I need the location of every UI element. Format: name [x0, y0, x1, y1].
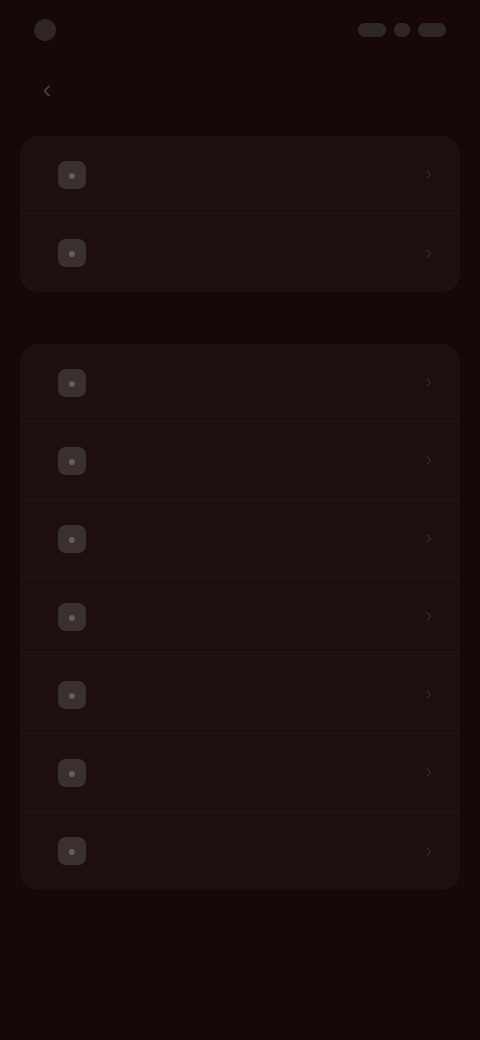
settings-row[interactable]: ● › — [20, 214, 460, 292]
chevron-right-icon: › — [425, 449, 432, 471]
settings-row[interactable]: ● › — [20, 734, 460, 812]
settings-icon: ● — [58, 524, 86, 553]
settings-icon: ● — [58, 239, 86, 267]
signal-icon — [358, 23, 386, 37]
chevron-left-icon: ‹ — [42, 73, 52, 104]
status-left — [34, 19, 66, 41]
chevron-right-icon: › — [425, 527, 432, 549]
wifi-icon — [394, 23, 410, 37]
settings-icon: ● — [58, 160, 86, 189]
settings-group-1: ● › ● › — [20, 136, 460, 292]
status-icons — [358, 23, 446, 37]
chevron-right-icon: › — [425, 761, 432, 783]
settings-group-2: ● › ● › ● › ● › ● › ● › ● › — [20, 344, 460, 890]
settings-row[interactable]: ● › — [20, 422, 460, 500]
settings-icon: ● — [58, 758, 86, 787]
chevron-right-icon: › — [425, 605, 432, 627]
chevron-right-icon: › — [425, 371, 432, 393]
chevron-right-icon: › — [425, 839, 432, 862]
footer — [0, 920, 480, 980]
chevron-right-icon: › — [425, 683, 432, 705]
settings-row[interactable]: ● › — [20, 578, 460, 656]
back-button[interactable]: ‹ — [30, 72, 64, 106]
chevron-right-icon: › — [425, 163, 432, 185]
settings-row[interactable]: ● › — [20, 136, 460, 214]
settings-icon: ● — [58, 680, 86, 709]
settings-icon: ● — [58, 837, 86, 865]
settings-icon: ● — [58, 446, 86, 475]
chevron-right-icon: › — [425, 241, 432, 264]
settings-row[interactable]: ● › — [20, 812, 460, 890]
settings-row[interactable]: ● › — [20, 344, 460, 422]
camera-dot-icon — [34, 19, 56, 41]
page-header: ‹ — [0, 60, 480, 118]
status-bar — [0, 0, 480, 60]
settings-row[interactable]: ● › — [20, 656, 460, 734]
battery-icon — [418, 23, 446, 37]
settings-row[interactable]: ● › — [20, 500, 460, 578]
settings-icon: ● — [58, 368, 86, 397]
settings-icon: ● — [58, 602, 86, 631]
